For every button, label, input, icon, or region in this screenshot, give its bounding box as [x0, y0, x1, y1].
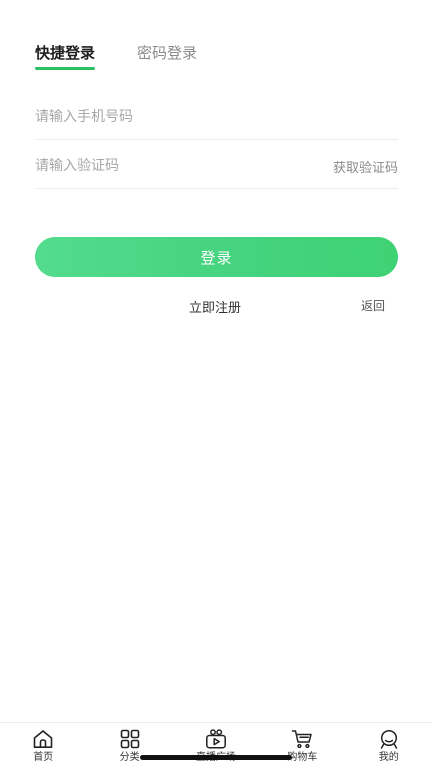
bottom-tab-bar: 首页 分类 直播广场 购物车 — [0, 722, 432, 768]
tabbar-label-home: 首页 — [33, 752, 54, 763]
verification-code-field: 获取验证码 — [35, 144, 398, 189]
category-grid-icon — [120, 729, 139, 749]
back-link[interactable]: 返回 — [361, 297, 385, 314]
profile-icon — [380, 729, 397, 749]
tabbar-item-home[interactable]: 首页 — [0, 723, 86, 768]
tabbar-label-category: 分类 — [119, 752, 140, 763]
phone-input[interactable] — [35, 109, 275, 125]
tab-password-login-label: 密码登录 — [137, 44, 198, 62]
tabbar-label-me: 我的 — [378, 752, 399, 763]
active-tab-indicator — [35, 67, 96, 70]
cart-icon — [292, 730, 313, 749]
get-code-button[interactable]: 获取验证码 — [333, 157, 398, 176]
tab-password-login[interactable]: 密码登录 — [137, 42, 197, 64]
tabbar-item-me[interactable]: 我的 — [346, 723, 432, 768]
verification-code-input[interactable] — [35, 158, 275, 174]
live-tv-icon — [206, 729, 226, 749]
home-indicator — [140, 755, 292, 760]
login-tabs: 快捷登录 密码登录 — [35, 42, 197, 70]
login-button[interactable]: 登录 — [35, 237, 398, 277]
register-link[interactable]: 立即注册 — [189, 297, 241, 316]
tabbar-item-live[interactable]: 直播广场 — [173, 723, 259, 768]
home-icon — [33, 730, 53, 748]
tabbar-item-category[interactable]: 分类 — [87, 723, 173, 768]
phone-field — [35, 95, 398, 140]
tab-quick-login[interactable]: 快捷登录 — [35, 42, 96, 70]
tabbar-item-cart[interactable]: 购物车 — [259, 723, 345, 768]
tab-quick-login-label: 快捷登录 — [35, 44, 96, 62]
